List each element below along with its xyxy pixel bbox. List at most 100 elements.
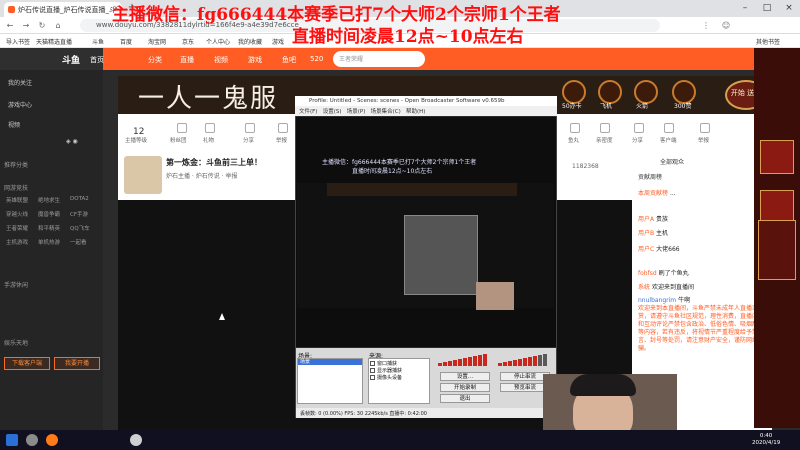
sidebar-game-link[interactable]: 魔兽争霸 xyxy=(38,210,60,218)
chat-user[interactable]: 用户B xyxy=(638,230,654,237)
gift-icon[interactable] xyxy=(205,123,215,133)
sidebar-game-link[interactable]: 英雄联盟 xyxy=(6,196,28,204)
sidebar-game-link[interactable]: 王者荣耀 xyxy=(6,224,28,232)
obs-menu-item[interactable]: 场景(P) xyxy=(347,109,366,115)
obs-menu-item[interactable]: 文件(F) xyxy=(299,109,317,115)
bookmark-item[interactable]: 天猫精选直播 xyxy=(36,37,72,46)
checkbox-icon[interactable] xyxy=(370,361,375,366)
taskbar-app-icon[interactable] xyxy=(130,434,142,446)
source-item[interactable]: 显示器捕获 xyxy=(370,367,402,374)
browser-tab[interactable]: 炉石传说直播_炉石传说直播_斗 × xyxy=(4,2,122,17)
obs-menu-item[interactable]: 帮助(H) xyxy=(406,109,425,115)
fans-icon[interactable] xyxy=(177,123,187,133)
bookmark-item[interactable]: 淘宝网 xyxy=(148,37,166,46)
nav-games[interactable]: 游戏 xyxy=(248,55,262,65)
sidebar-game-link[interactable]: 一起看 xyxy=(70,238,87,246)
gift-label: 50办卡 xyxy=(562,103,582,110)
nested-obs-capture xyxy=(404,215,478,295)
obs-settings-button[interactable]: 设置... xyxy=(440,372,490,381)
tab-title: 炉石传说直播_炉石传说直播_斗 xyxy=(18,6,116,14)
bookmark-item[interactable]: 其他书签 xyxy=(756,37,780,46)
close-window-icon[interactable]: × xyxy=(778,0,800,17)
source-item[interactable]: 窗口捕获 xyxy=(370,360,397,367)
bookmark-item[interactable]: 导入书签 xyxy=(6,37,30,46)
sidebar-section-recommend: 推荐分类 xyxy=(4,162,29,169)
site-logo[interactable]: 斗鱼 xyxy=(62,53,80,66)
home-icon[interactable]: ⌂ xyxy=(52,19,64,32)
toolbar-label: 鱼丸 xyxy=(568,138,580,144)
mic-volume-meter[interactable] xyxy=(438,350,494,366)
bookmark-item[interactable]: 斗鱼 xyxy=(92,37,104,46)
chat-text: 欢迎来到直播间 xyxy=(651,284,694,291)
bookmark-item[interactable]: 我的收藏 xyxy=(238,37,262,46)
maximize-window-icon[interactable]: □ xyxy=(756,0,778,17)
bookmark-item[interactable]: 京东 xyxy=(182,37,194,46)
sidebar-item-gamecenter[interactable]: 游戏中心 xyxy=(8,100,32,109)
reload-icon[interactable]: ↻ xyxy=(36,19,48,32)
bookmark-item[interactable]: 游戏 xyxy=(272,37,284,46)
nav-yuba[interactable]: 鱼吧 xyxy=(282,55,296,65)
sidebar-game-link[interactable]: 绝地求生 xyxy=(38,196,60,204)
share-icon[interactable] xyxy=(634,123,644,133)
streamer-avatar[interactable] xyxy=(124,156,162,194)
windows-start-icon[interactable] xyxy=(6,434,18,446)
obs-menu-item[interactable]: 场景集合(C) xyxy=(371,109,401,115)
report-icon[interactable] xyxy=(700,123,710,133)
sidebar-shield-icon: ◈ ◉ xyxy=(66,138,78,145)
sidebar-game-link[interactable]: 单机热游 xyxy=(38,238,60,246)
sidebar-item-follow[interactable]: 我的关注 xyxy=(8,78,32,87)
chat-tab[interactable]: 全部观众 xyxy=(660,157,684,166)
stream-overlay-line: 直播时间凌晨12点~10点左右 xyxy=(292,27,524,47)
chat-user[interactable]: 用户C xyxy=(638,246,654,253)
intimacy-icon[interactable] xyxy=(600,123,610,133)
obs-start-record-button[interactable]: 开始录制 xyxy=(440,383,490,392)
sidebar-game-link[interactable]: DOTA2 xyxy=(70,196,89,202)
source-item[interactable]: 摄像头设备 xyxy=(370,374,402,381)
site-search-input[interactable]: 王者荣耀 xyxy=(333,51,425,67)
sidebar-item-video[interactable]: 视频 xyxy=(8,120,20,129)
client-icon[interactable] xyxy=(664,123,674,133)
fishball-icon[interactable] xyxy=(570,123,580,133)
sidebar-game-link[interactable]: 主机游戏 xyxy=(6,238,28,246)
nav-category[interactable]: 分类 xyxy=(148,55,162,65)
chat-user[interactable]: 本周贡献榜 xyxy=(638,190,668,197)
chat-user[interactable]: fohfsd xyxy=(638,270,657,277)
obs-title-bar: Profile: Untitled - Scenes: scenes - Ope… xyxy=(295,96,557,106)
chat-user[interactable]: 系统 xyxy=(638,284,650,291)
promo-figure-icon[interactable] xyxy=(758,220,796,280)
minimize-window-icon[interactable]: – xyxy=(734,0,756,17)
toolbar-label: 分享 xyxy=(243,138,255,144)
forward-icon[interactable]: → xyxy=(20,19,32,32)
extensions-icon[interactable]: ⋮ xyxy=(700,19,712,32)
nav-home[interactable]: 首页 xyxy=(90,55,104,65)
promo-badge-icon[interactable] xyxy=(760,190,794,224)
webcam-hair xyxy=(570,374,636,396)
nav-video[interactable]: 视频 xyxy=(214,55,228,65)
share-icon[interactable] xyxy=(245,123,255,133)
obs-menu-item[interactable]: 设置(S) xyxy=(323,109,342,115)
firefox-taskbar-icon[interactable] xyxy=(46,434,58,446)
report-icon[interactable] xyxy=(278,123,288,133)
chat-user[interactable]: 用户A xyxy=(638,216,654,223)
sidebar-section-hot: 网游竞技 xyxy=(4,185,29,192)
promo-badge-icon[interactable] xyxy=(760,140,794,174)
back-icon[interactable]: ← xyxy=(4,19,16,32)
sidebar-game-link[interactable]: CF手游 xyxy=(70,210,88,218)
bookmark-item[interactable]: 百度 xyxy=(120,37,132,46)
download-client-button[interactable]: 下载客户端 xyxy=(4,357,50,370)
checkbox-icon[interactable] xyxy=(370,368,375,373)
checkbox-icon[interactable] xyxy=(370,375,375,380)
sidebar-game-link[interactable]: QQ飞车 xyxy=(70,224,90,232)
start-stream-button[interactable]: 我要开播 xyxy=(54,357,100,370)
profile-icon[interactable]: ☺ xyxy=(720,19,732,32)
obs-exit-button[interactable]: 退出 xyxy=(440,394,490,403)
sidebar-game-link[interactable]: 穿越火线 xyxy=(6,210,28,218)
bookmark-item[interactable]: 个人中心 xyxy=(206,37,230,46)
scene-item[interactable]: 场景 xyxy=(298,359,362,365)
nav-live[interactable]: 直播 xyxy=(180,55,194,65)
sidebar-game-link[interactable]: 和平精英 xyxy=(38,224,60,232)
obs-taskbar-icon[interactable] xyxy=(26,434,38,446)
chat-user[interactable]: nnulbangrim xyxy=(638,297,676,304)
nav-520[interactable]: 520 xyxy=(310,55,323,63)
desktop-volume-meter[interactable] xyxy=(498,350,554,366)
